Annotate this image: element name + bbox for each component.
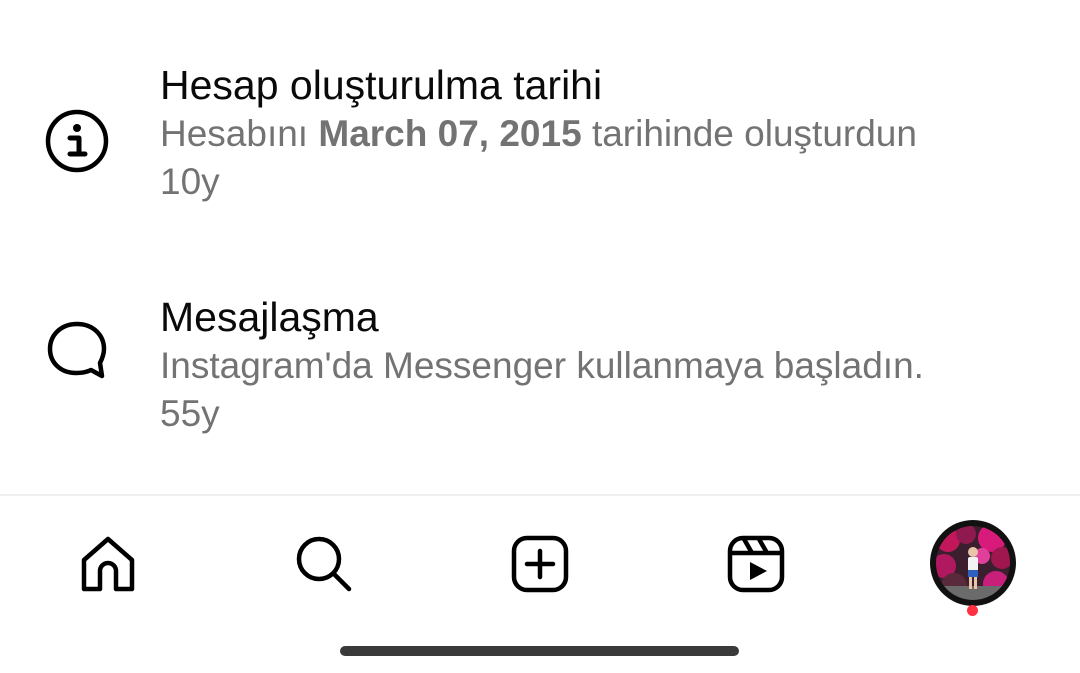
activity-item-title: Hesap oluşturulma tarihi — [160, 62, 603, 108]
home-indicator — [340, 646, 739, 656]
notification-dot — [967, 605, 978, 616]
tab-home[interactable] — [68, 524, 148, 604]
tab-profile[interactable] — [930, 520, 1016, 606]
activity-item-time: 10y — [160, 161, 220, 202]
activity-item-description: Instagram'da Messenger kullanmaya başlad… — [160, 345, 924, 386]
tab-create[interactable] — [500, 524, 580, 604]
reels-icon — [727, 535, 785, 593]
search-icon — [296, 536, 352, 592]
description-suffix: tarihinde oluşturdun — [581, 113, 917, 154]
info-icon — [44, 108, 110, 174]
activity-item-account-created[interactable]: Hesap oluşturulma tarihi Hesabını March … — [0, 56, 1080, 216]
activity-item-description: Hesabını March 07, 2015 tarihinde oluştu… — [160, 110, 1040, 158]
message-bubble-icon — [44, 318, 110, 384]
create-icon — [511, 535, 569, 593]
activity-item-messaging[interactable]: Mesajlaşma Instagram'da Messenger kullan… — [0, 288, 1080, 448]
activity-item-title: Mesajlaşma — [160, 294, 379, 340]
activity-item-text: Hesap oluşturulma tarihi Hesabını March … — [160, 60, 1040, 206]
profile-avatar — [936, 526, 1010, 600]
description-prefix: Hesabını — [160, 113, 319, 154]
tab-reels[interactable] — [716, 524, 796, 604]
activity-item-text: Mesajlaşma Instagram'da Messenger kullan… — [160, 292, 1040, 438]
activity-item-time: 55y — [160, 393, 220, 434]
account-created-date: March 07, 2015 — [318, 113, 582, 154]
home-icon — [81, 536, 135, 592]
tab-search[interactable] — [284, 524, 364, 604]
